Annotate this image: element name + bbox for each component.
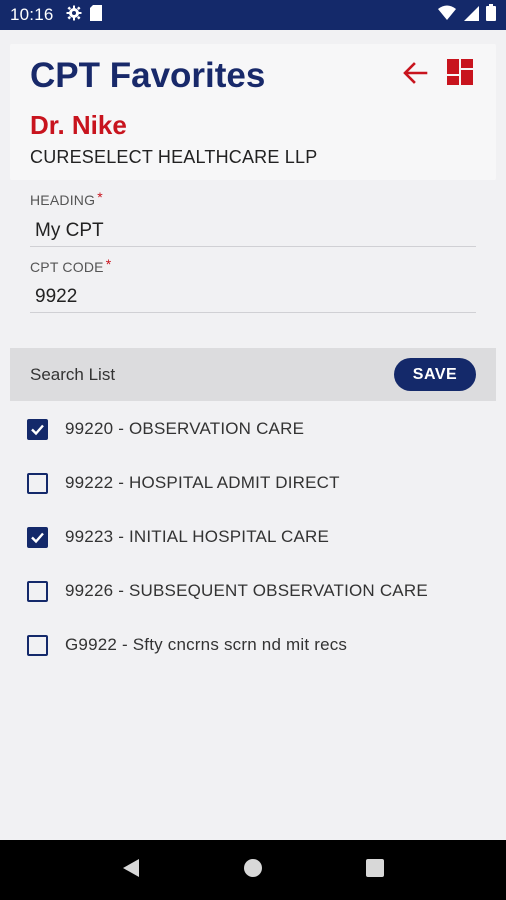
page-title: CPT Favorites [30,56,266,95]
checkbox[interactable] [27,526,48,548]
cpt-code-input[interactable] [30,282,476,313]
checkmark-icon [31,424,44,435]
doctor-name: Dr. Nike [30,110,127,140]
cpt-list-item[interactable]: 99223 - INITIAL HOSPITAL CARE [0,510,506,564]
organization-name: CURESELECT HEALTHCARE LLP [30,147,318,167]
dashboard-button[interactable] [446,58,476,88]
nav-back-button[interactable] [111,850,151,890]
cpt-item-label: 99226 - SUBSEQUENT OBSERVATION CARE [65,581,428,600]
back-button[interactable] [400,60,430,90]
required-marker: * [105,256,112,272]
search-bar: SAVE [10,348,496,401]
status-bar: 10:16 [0,0,506,30]
checkbox[interactable] [27,418,48,440]
cpt-item-label: 99220 - OBSERVATION CARE [65,419,305,438]
cpt-item-label: 99223 - INITIAL HOSPITAL CARE [65,527,330,546]
recents-square-icon [366,858,384,882]
battery-icon [486,4,496,26]
back-arrow-icon [402,61,428,89]
cpt-list-item[interactable]: 99220 - OBSERVATION CARE [0,402,506,456]
back-triangle-icon [122,858,140,883]
cpt-item-label: G9922 - Sfty cncrns scrn nd mit recs [65,635,348,654]
required-marker: * [97,189,103,205]
cpt-item-label: 99222 - HOSPITAL ADMIT DIRECT [65,473,340,492]
search-input[interactable] [30,361,370,389]
heading-input[interactable] [30,216,476,247]
nav-recents-button[interactable] [355,850,395,890]
wifi-icon [438,5,456,26]
nav-home-button[interactable] [233,850,273,890]
checkmark-icon [31,532,44,543]
home-circle-icon [243,858,263,883]
navigation-bar [0,840,506,900]
sim-card-icon [89,4,102,26]
cpt-code-label-text: CPT CODE [30,259,104,275]
checkbox[interactable] [27,580,48,602]
checkbox[interactable] [27,634,48,656]
signal-icon [463,5,479,26]
cpt-list-item[interactable]: 99226 - SUBSEQUENT OBSERVATION CARE [0,564,506,618]
header-card: CPT Favorites Dr. Nike CURESELECT HEALTH… [10,44,496,180]
dashboard-grid-icon [446,59,474,90]
status-time: 10:16 [10,5,54,24]
save-button[interactable]: SAVE [394,358,476,391]
cpt-list-item[interactable]: 99222 - HOSPITAL ADMIT DIRECT [0,456,506,510]
heading-label-text: HEADING [30,192,96,208]
gear-icon [66,5,82,26]
cpt-code-label: CPT CODE * [30,256,112,275]
cpt-list-item[interactable]: G9922 - Sfty cncrns scrn nd mit recs [0,618,506,672]
checkbox[interactable] [27,472,48,494]
heading-label: HEADING * [30,189,103,208]
